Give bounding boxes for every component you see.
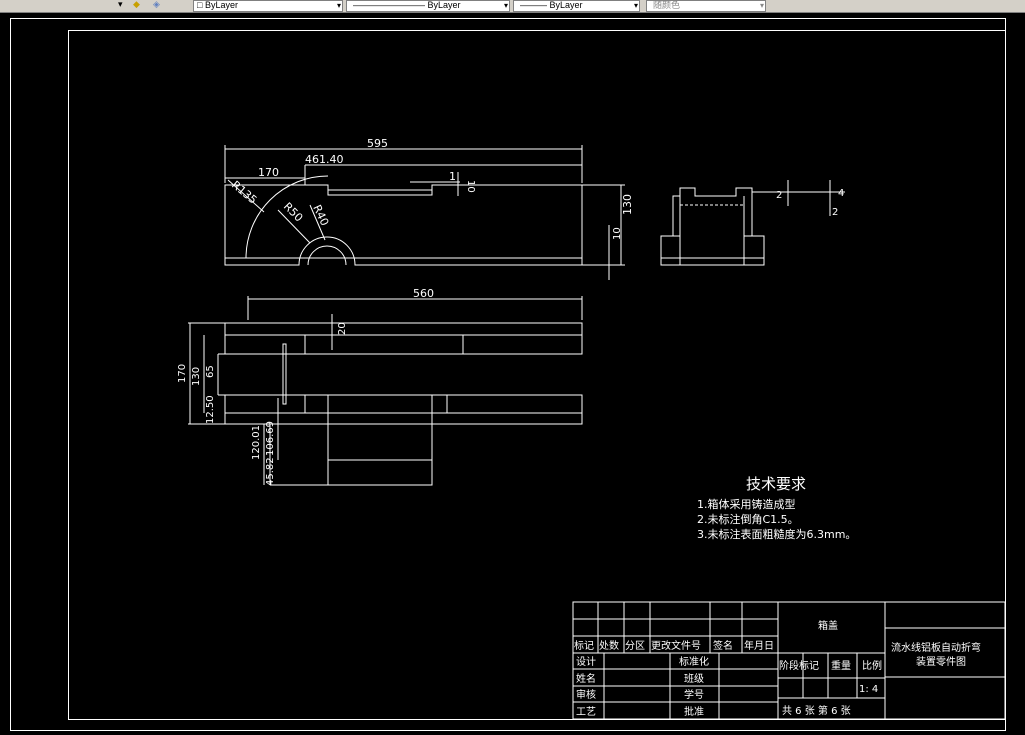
dim-1: 1	[449, 170, 456, 183]
dim-20: 20	[337, 322, 348, 335]
dim-170-top: 170	[258, 166, 279, 179]
dim-r135: R135	[229, 178, 259, 206]
tb-approve-label: 批准	[684, 705, 704, 718]
tb-standard-label: 标准化	[679, 655, 709, 668]
tb-scale-value: 1: 4	[859, 684, 878, 695]
dim-120-01: 120.01	[251, 425, 262, 460]
tech-requirement-1: 1.箱体采用铸造成型	[697, 497, 796, 511]
plan-view	[188, 296, 583, 486]
tb-weight-label: 重量	[831, 659, 851, 672]
tb-drawing-title-line1: 流水线铝板自动折弯	[891, 641, 981, 654]
tb-drawing-title-line2: 装置零件图	[916, 655, 966, 668]
dim-130: 130	[621, 194, 634, 215]
tb-mark-label: 标记	[574, 640, 594, 652]
dim-overall-width: 595	[367, 137, 388, 150]
dim-side-2a: 2	[776, 190, 782, 201]
tech-requirements-title: 技术要求	[746, 475, 806, 493]
tb-class-label: 班级	[684, 673, 704, 685]
tb-name-label: 姓名	[576, 672, 596, 685]
dim-45-82: 45.82	[265, 457, 276, 486]
tb-stage-mark-label: 阶段标记	[779, 659, 819, 672]
tech-requirement-3: 3.未标注表面粗糙度为6.3mm。	[697, 527, 856, 541]
dim-130-left: 130	[191, 367, 202, 386]
drawing-outer-border	[10, 18, 1006, 731]
tech-requirement-2: 2.未标注倒角C1.5。	[697, 512, 799, 526]
side-view	[660, 180, 845, 266]
dim-side-4: 4	[838, 188, 844, 199]
dim-r50: R50	[281, 200, 305, 224]
dim-r40: R40	[310, 203, 331, 228]
dim-10-right: 10	[612, 227, 623, 240]
dim-461-40: 461.40	[305, 153, 344, 166]
dim-170-left: 170	[177, 364, 188, 383]
dim-10-small: 10	[465, 180, 476, 193]
tb-part-name: 箱盖	[818, 619, 838, 632]
drawing-canvas[interactable]: 595 461.40 170 R135 R50 R40 1 10 130 10 …	[0, 0, 1025, 735]
dim-plan-width: 560	[413, 287, 434, 300]
tb-student-id-label: 学号	[684, 688, 704, 701]
tb-date-label: 年月日	[744, 639, 774, 652]
tb-review-label: 审核	[576, 688, 596, 701]
tb-design-label: 设计	[576, 655, 596, 668]
dim-106-69: 106.69	[265, 421, 276, 456]
dim-side-2b: 2	[832, 207, 838, 218]
tb-sheet-count: 共 6 张 第 6 张	[782, 704, 851, 717]
tb-zone-label: 分区	[625, 640, 645, 652]
tb-change-label: 更改文件号	[651, 639, 701, 652]
tb-sign-label: 签名	[713, 639, 733, 652]
tb-count-label: 处数	[599, 639, 619, 652]
dim-12-50: 12.50	[205, 395, 216, 424]
tb-craft-label: 工艺	[576, 706, 596, 718]
dim-65: 65	[205, 365, 216, 378]
tb-scale-label: 比例	[862, 659, 882, 672]
